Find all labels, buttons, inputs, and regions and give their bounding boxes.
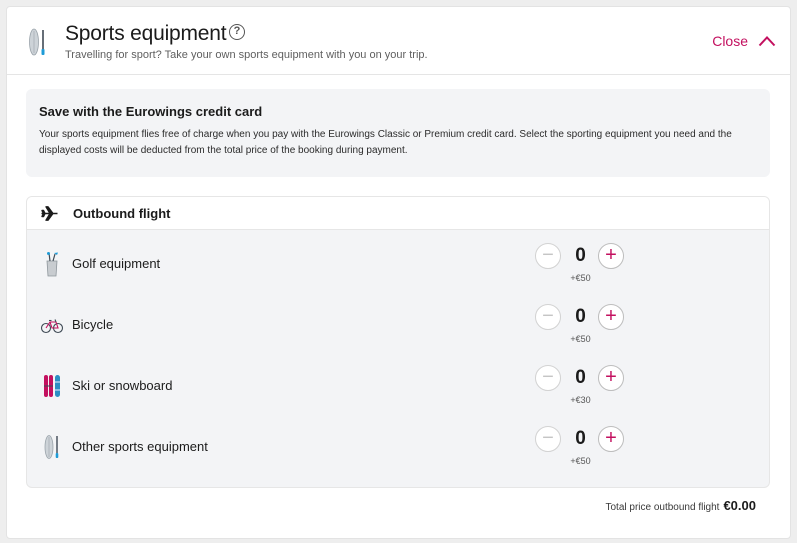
quantity-stepper: − 0 + +€30 bbox=[535, 362, 627, 412]
ski-snowboard-icon bbox=[44, 375, 60, 397]
quantity-stepper: − 0 + +€50 bbox=[535, 240, 627, 290]
quantity-stepper: − 0 + +€50 bbox=[535, 301, 627, 351]
equipment-row-bicycle: Bicycle − 0 + +€50 bbox=[27, 295, 769, 356]
equipment-label: Golf equipment bbox=[72, 256, 161, 271]
decrement-button[interactable]: − bbox=[535, 365, 561, 391]
bicycle-icon bbox=[40, 319, 64, 334]
credit-card-promo: Save with the Eurowings credit card Your… bbox=[26, 89, 770, 177]
golf-bag-icon bbox=[46, 252, 58, 277]
quantity-value: 0 bbox=[575, 306, 586, 327]
increment-button[interactable]: + bbox=[598, 243, 624, 269]
quantity-value: 0 bbox=[575, 367, 586, 388]
increment-button[interactable]: + bbox=[598, 426, 624, 452]
outbound-flight-section: Outbound flight Golf equipment − 0 + +€5… bbox=[26, 196, 770, 488]
page-title: Sports equipment bbox=[65, 22, 227, 45]
decrement-button[interactable]: − bbox=[535, 243, 561, 269]
panel-header: Sports equipment ? Travelling for sport?… bbox=[7, 7, 790, 75]
total-price: Total price outbound flight €0.00 bbox=[605, 498, 756, 513]
page-subtitle: Travelling for sport? Take your own spor… bbox=[65, 49, 428, 61]
increment-button[interactable]: + bbox=[598, 365, 624, 391]
paddleboard-icon bbox=[29, 28, 45, 56]
airplane-icon bbox=[41, 206, 58, 221]
promo-title: Save with the Eurowings credit card bbox=[39, 104, 263, 119]
equipment-label: Bicycle bbox=[72, 317, 114, 332]
equipment-label: Ski or snowboard bbox=[72, 378, 173, 393]
equipment-row-golf: Golf equipment − 0 + +€50 bbox=[27, 234, 769, 295]
item-price: +€50 bbox=[570, 273, 591, 283]
equipment-row-other: Other sports equipment − 0 + +€50 bbox=[27, 417, 769, 478]
total-value: €0.00 bbox=[723, 498, 756, 513]
paddleboard-icon bbox=[44, 435, 59, 459]
quantity-stepper: − 0 + +€50 bbox=[535, 423, 627, 473]
decrement-button[interactable]: − bbox=[535, 426, 561, 452]
total-label: Total price outbound flight bbox=[605, 502, 720, 513]
question-circle-icon[interactable]: ? bbox=[229, 24, 245, 40]
increment-button[interactable]: + bbox=[598, 304, 624, 330]
close-button[interactable]: Close bbox=[712, 31, 776, 51]
quantity-value: 0 bbox=[575, 428, 586, 449]
close-label: Close bbox=[712, 33, 748, 49]
equipment-row-ski: Ski or snowboard − 0 + +€30 bbox=[27, 356, 769, 417]
quantity-value: 0 bbox=[575, 245, 586, 266]
flight-header: Outbound flight bbox=[27, 197, 769, 230]
chevron-up-icon bbox=[758, 36, 776, 47]
item-price: +€30 bbox=[570, 395, 591, 405]
item-price: +€50 bbox=[570, 334, 591, 344]
item-price: +€50 bbox=[570, 456, 591, 466]
sports-equipment-panel: Sports equipment ? Travelling for sport?… bbox=[6, 6, 791, 539]
promo-text: Your sports equipment flies free of char… bbox=[39, 129, 732, 156]
decrement-button[interactable]: − bbox=[535, 304, 561, 330]
equipment-label: Other sports equipment bbox=[72, 439, 208, 454]
flight-title: Outbound flight bbox=[73, 206, 171, 221]
